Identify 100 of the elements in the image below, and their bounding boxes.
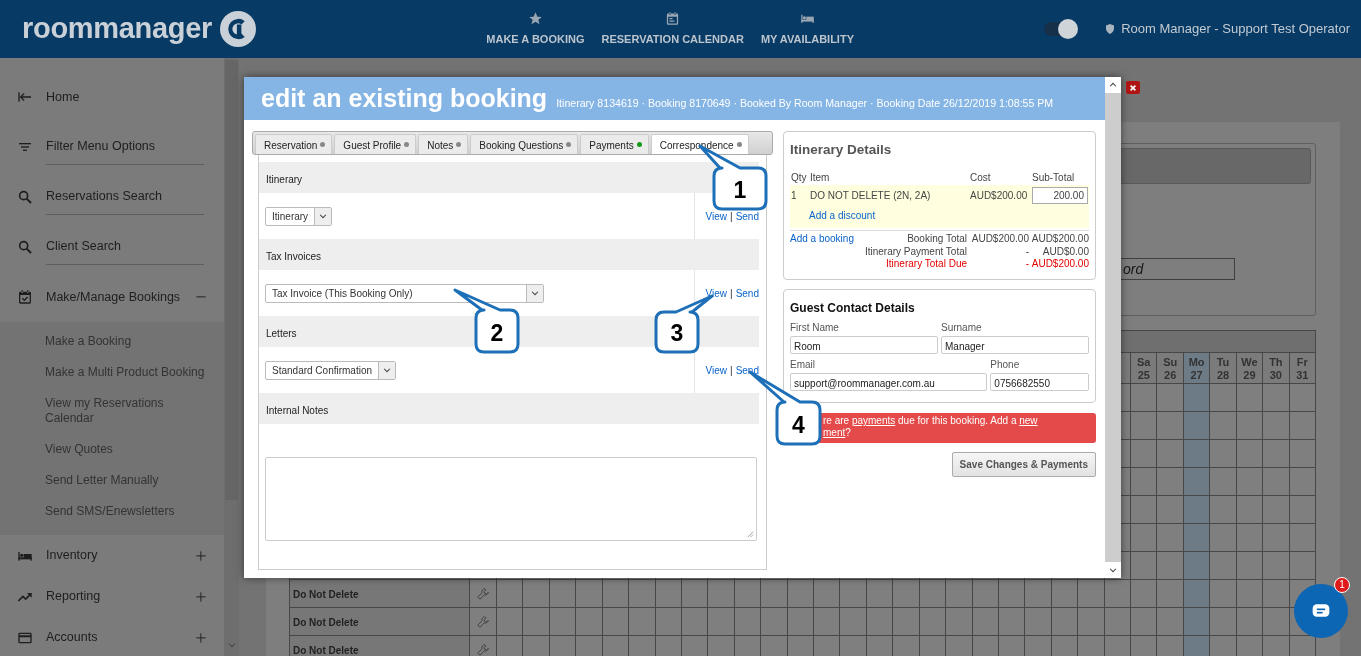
search-field[interactable]: ord bbox=[1120, 258, 1235, 280]
dropdown[interactable]: Standard Confirmation bbox=[265, 360, 397, 380]
calendar-cell bbox=[1183, 636, 1211, 656]
calendar-cell bbox=[1210, 524, 1237, 552]
calendar-cell bbox=[655, 580, 682, 608]
card-title: Guest Contact Details bbox=[790, 300, 916, 316]
field-label: Email bbox=[790, 358, 816, 373]
text-field[interactable]: support@roommanager.com.au bbox=[790, 373, 988, 392]
sidebar-item[interactable]: Reporting bbox=[0, 576, 224, 617]
calendar-cell bbox=[787, 580, 815, 608]
total-value: AUD$200.00 bbox=[970, 233, 1029, 246]
close-icon bbox=[1129, 83, 1137, 92]
calendar-cell bbox=[1131, 384, 1158, 412]
calendar-cell bbox=[998, 608, 1026, 636]
payment-link[interactable]: ment bbox=[823, 427, 846, 439]
calendar-cell bbox=[1157, 440, 1184, 468]
sidebar-item[interactable]: Filter Menu Options bbox=[0, 122, 224, 172]
calendar-cell bbox=[1263, 496, 1290, 524]
calendar-cell bbox=[1289, 496, 1316, 524]
notes-field[interactable] bbox=[265, 457, 757, 541]
wrench-icon bbox=[476, 586, 490, 601]
close-button[interactable] bbox=[1126, 81, 1140, 94]
calendar-cell bbox=[893, 608, 920, 636]
calendar-cell bbox=[1025, 580, 1052, 608]
nav-link[interactable]: MAKE A BOOKING bbox=[486, 10, 585, 48]
discount-link[interactable]: Add a discount bbox=[809, 210, 876, 222]
sidebar-item[interactable]: Client Search bbox=[0, 222, 224, 272]
table-cell: DO NOT DELETE (2N, 2A) bbox=[809, 185, 969, 207]
send-link[interactable]: Send bbox=[735, 362, 759, 378]
calendar-cell bbox=[1289, 440, 1316, 468]
calendar-cell bbox=[1263, 524, 1290, 552]
tab[interactable]: Correspondence bbox=[650, 134, 749, 154]
tab[interactable]: Payments bbox=[580, 134, 649, 154]
subtotal-field[interactable]: 200.00 bbox=[1032, 187, 1088, 205]
view-link[interactable]: View bbox=[705, 208, 728, 224]
link-separator: | bbox=[730, 363, 733, 378]
scrollbar[interactable] bbox=[1105, 77, 1121, 578]
calendar-cell bbox=[1183, 412, 1211, 440]
view-link[interactable]: View bbox=[705, 285, 728, 301]
calendar-cell bbox=[1131, 608, 1158, 636]
calendar-cell bbox=[1104, 608, 1132, 636]
payment-link[interactable]: payments bbox=[851, 415, 896, 427]
calendar-cell bbox=[523, 608, 550, 636]
sidebar-item[interactable]: Make/Manage Bookings bbox=[0, 272, 224, 322]
save-button[interactable]: Save Changes & Payments bbox=[951, 452, 1096, 478]
scrollbar-thumb[interactable] bbox=[225, 60, 238, 500]
calendar-cell bbox=[1157, 608, 1184, 636]
calendar-cell bbox=[655, 608, 682, 636]
sidebar-item[interactable]: Inventory bbox=[0, 535, 224, 576]
tab[interactable]: Guest Profile bbox=[334, 134, 417, 154]
calendar-cell bbox=[1078, 580, 1105, 608]
dropdown[interactable]: Itinerary bbox=[265, 206, 333, 226]
calendar-cell bbox=[1263, 440, 1290, 468]
text-field[interactable]: Room bbox=[790, 336, 938, 355]
tab[interactable]: Reservation bbox=[255, 134, 333, 154]
text-field[interactable]: Manager bbox=[941, 336, 1089, 355]
calendar-cell bbox=[1236, 608, 1264, 636]
table-cell: AUD$200.00 bbox=[969, 185, 1031, 207]
tab[interactable]: Notes bbox=[418, 134, 469, 154]
chevron-down-icon bbox=[227, 640, 237, 650]
calendar-cell bbox=[1210, 384, 1237, 412]
sidebar-item[interactable]: Home bbox=[0, 72, 224, 122]
search-icon bbox=[17, 239, 33, 255]
column-header: Cost bbox=[969, 171, 992, 186]
calendar-cell bbox=[1236, 384, 1264, 412]
toggle-switch[interactable] bbox=[1044, 22, 1075, 36]
calendar-cell bbox=[708, 580, 735, 608]
send-link[interactable]: Send bbox=[735, 208, 759, 224]
calendar-cell bbox=[523, 580, 550, 608]
sidebar-item[interactable]: Accounts bbox=[0, 617, 224, 656]
calendar-cell bbox=[1236, 580, 1264, 608]
sidebar-item[interactable]: Reservations Search bbox=[0, 172, 224, 222]
calendar-cell bbox=[998, 580, 1026, 608]
calendar-cell bbox=[1131, 440, 1158, 468]
calendar-cell bbox=[708, 608, 735, 636]
text-field[interactable]: 0756682550 bbox=[990, 373, 1089, 392]
notification-badge: 1 bbox=[1334, 577, 1350, 593]
calendar-cell bbox=[1183, 524, 1211, 552]
add-booking-link[interactable]: Add a booking bbox=[790, 233, 854, 246]
calendar-cell bbox=[1263, 412, 1290, 440]
nav-link[interactable]: MY AVAILABILITY bbox=[760, 10, 854, 48]
calendar-icon bbox=[17, 289, 33, 305]
dropdown[interactable]: Tax Invoice (This Booking Only) bbox=[265, 283, 544, 303]
total-label: Booking Total bbox=[907, 233, 967, 246]
user-name: Room Manager - Support Test Operator bbox=[1121, 20, 1350, 39]
total-value: - bbox=[1024, 245, 1029, 259]
row-name: Do Not Delete bbox=[290, 636, 470, 656]
day-header: Mo 27 bbox=[1183, 353, 1211, 384]
calendar-cell bbox=[1236, 524, 1264, 552]
calendar-cell bbox=[814, 580, 841, 608]
send-link[interactable]: Send bbox=[735, 285, 759, 301]
nav-link[interactable]: RESERVATION CALENDAR bbox=[601, 10, 744, 48]
tab[interactable]: Booking Questions bbox=[470, 134, 579, 154]
view-link[interactable]: View bbox=[705, 362, 728, 378]
calendar-cell bbox=[866, 580, 894, 608]
payment-link[interactable]: new bbox=[1019, 415, 1038, 427]
calendar-cell bbox=[1263, 468, 1290, 496]
calendar-cell bbox=[1263, 580, 1290, 608]
calendar-cell bbox=[1183, 384, 1211, 412]
day-header: Tu 28 bbox=[1210, 353, 1237, 384]
